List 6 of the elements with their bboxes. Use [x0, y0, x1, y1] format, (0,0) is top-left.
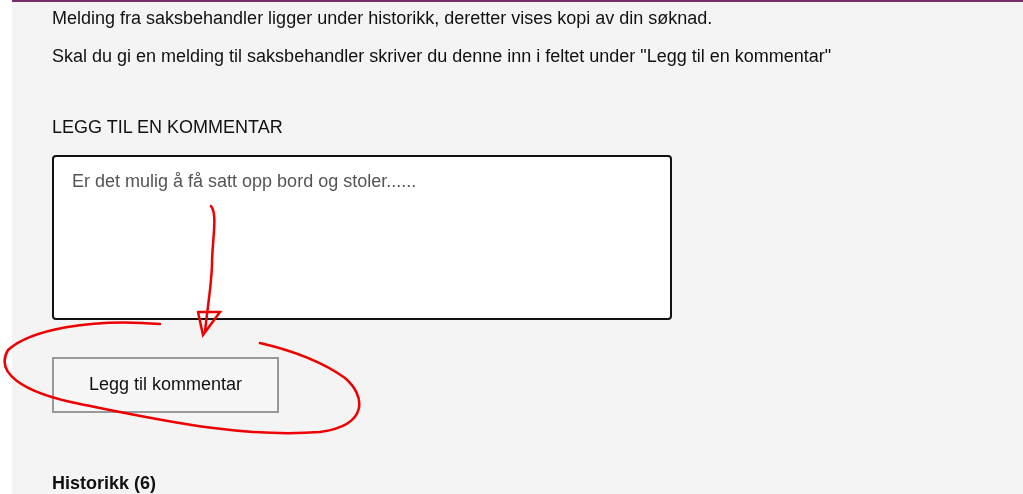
section-heading: LEGG TIL EN KOMMENTAR [52, 117, 283, 138]
history-heading: Historikk (6) [52, 473, 157, 494]
instruction-text: Melding fra saksbehandler ligger under historikk, deretter vises kopi av din søknad. [52, 7, 713, 30]
comment-field[interactable]: Er det mulig å få satt opp bord og stoler...... [52, 155, 672, 320]
instruction-text: Skal du gi en melding til saksbehandler skriver du denne inn i feltet under "Legg til en kommentar" [52, 45, 832, 68]
add-comment-button[interactable]: Legg til kommentar [52, 356, 279, 413]
